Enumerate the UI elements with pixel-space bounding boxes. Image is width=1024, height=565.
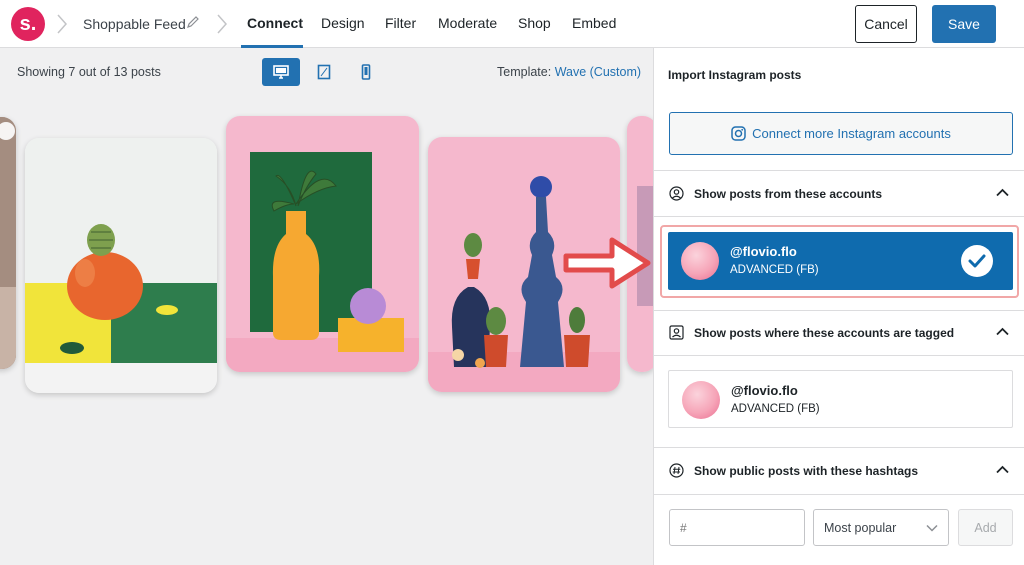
account-type: ADVANCED (FB): [731, 403, 820, 415]
section-accounts-title[interactable]: Show posts from these accounts: [694, 187, 882, 201]
feed-name: Shoppable Feed: [83, 16, 186, 32]
divider: [654, 494, 1024, 495]
sort-select[interactable]: Most popular: [813, 509, 949, 546]
chevron-right-icon: [217, 14, 228, 34]
chevron-up-icon[interactable]: [996, 465, 1009, 474]
account-type: ADVANCED (FB): [730, 264, 819, 276]
add-hashtag-button[interactable]: Add: [958, 509, 1013, 546]
avatar: [682, 381, 720, 419]
avatar: [681, 242, 719, 280]
post-image: [0, 117, 16, 369]
chevron-down-icon: [926, 524, 938, 532]
tab-moderate[interactable]: Moderate: [438, 15, 497, 31]
top-bar: s. Shoppable Feed Connect Design Filter …: [0, 0, 1024, 48]
account-handle: @flovio.flo: [730, 244, 797, 259]
tab-filter[interactable]: Filter: [385, 15, 416, 31]
tab-connect[interactable]: Connect: [247, 15, 303, 31]
tab-shop[interactable]: Shop: [518, 15, 551, 31]
hashtag-icon: [669, 463, 684, 478]
checkmark-icon[interactable]: [961, 245, 993, 277]
posts-count: Showing 7 out of 13 posts: [17, 65, 161, 79]
post-card[interactable]: [25, 138, 217, 393]
highlight-arrow-icon: [563, 237, 651, 289]
chevron-up-icon[interactable]: [996, 327, 1009, 336]
chevron-up-icon[interactable]: [996, 188, 1009, 197]
device-desktop-button[interactable]: [262, 58, 300, 86]
connect-accounts-button[interactable]: Connect more Instagram accounts: [669, 112, 1013, 155]
device-tablet-button[interactable]: [305, 58, 343, 86]
section-hashtags-title[interactable]: Show public posts with these hashtags: [694, 464, 918, 478]
device-mobile-button[interactable]: [347, 58, 385, 86]
save-button[interactable]: Save: [932, 5, 996, 43]
post-image: [25, 138, 217, 393]
pencil-icon[interactable]: [186, 15, 200, 29]
tab-design[interactable]: Design: [321, 15, 365, 31]
post-card[interactable]: [226, 116, 419, 372]
desktop-icon: [273, 65, 289, 79]
tablet-icon: [317, 64, 331, 80]
divider: [654, 310, 1024, 311]
settings-panel: Import Instagram posts Connect more Inst…: [653, 48, 1024, 565]
panel-title: Import Instagram posts: [668, 68, 802, 82]
account-item-selected[interactable]: @flovio.flo ADVANCED (FB): [668, 232, 1013, 290]
divider: [654, 355, 1024, 356]
section-tagged-title[interactable]: Show posts where these accounts are tagg…: [694, 326, 954, 340]
chevron-right-icon: [57, 14, 68, 34]
account-item-tagged[interactable]: @flovio.flo ADVANCED (FB): [668, 370, 1013, 428]
active-tab-indicator: [241, 45, 303, 48]
cancel-button[interactable]: Cancel: [855, 5, 917, 43]
post-image: [226, 116, 419, 372]
mobile-icon: [361, 64, 371, 80]
tab-embed[interactable]: Embed: [572, 15, 616, 31]
user-circle-icon: [669, 186, 684, 201]
divider: [654, 216, 1024, 217]
divider: [654, 447, 1024, 448]
template-info: Template: Wave (Custom): [497, 65, 642, 79]
instagram-icon: [731, 126, 746, 141]
account-handle: @flovio.flo: [731, 383, 798, 398]
brand-logo[interactable]: s.: [11, 7, 45, 41]
post-card[interactable]: [0, 117, 16, 369]
hashtag-input[interactable]: [669, 509, 805, 546]
divider: [654, 170, 1024, 171]
template-link[interactable]: Wave (Custom): [555, 65, 641, 79]
tagged-user-icon: [669, 325, 684, 340]
